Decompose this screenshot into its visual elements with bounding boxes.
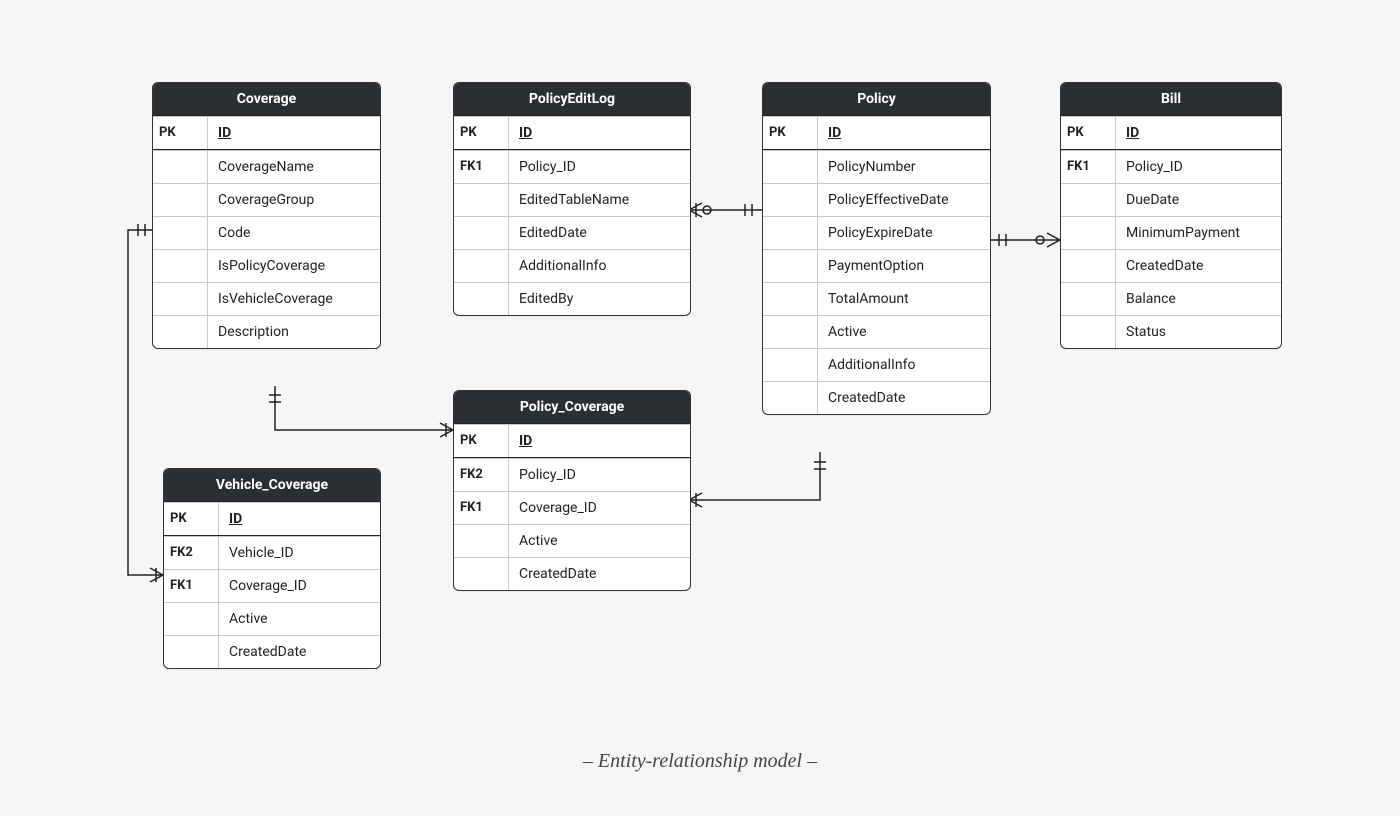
entity-title: Policy (763, 83, 990, 116)
field-row: PolicyNumber (763, 150, 990, 183)
field-row: FK2Policy_ID (454, 458, 690, 491)
pk-row: PK ID (454, 116, 690, 149)
field-row: DueDate (1061, 183, 1281, 216)
pk-row: PK ID (153, 116, 380, 149)
field-row: FK1Policy_ID (1061, 150, 1281, 183)
entity-vehiclecoverage: Vehicle_Coverage PK ID FK2Vehicle_ID FK1… (163, 468, 381, 669)
field-row: PolicyExpireDate (763, 216, 990, 249)
pk-field: ID (208, 117, 380, 149)
field-row: Balance (1061, 282, 1281, 315)
field-row: PolicyEffectiveDate (763, 183, 990, 216)
field-row: Active (454, 524, 690, 557)
rel-policy-policycoverage (689, 452, 820, 500)
entity-policyeditlog: PolicyEditLog PK ID FK1Policy_ID EditedT… (453, 82, 691, 316)
field-row: Active (763, 315, 990, 348)
pk-row: PK ID (1061, 116, 1281, 149)
pk-row: PK ID (763, 116, 990, 149)
entity-title: Policy_Coverage (454, 391, 690, 424)
field-row: CoverageGroup (153, 183, 380, 216)
field-row: CreatedDate (454, 557, 690, 590)
entity-policycoverage: Policy_Coverage PK ID FK2Policy_ID FK1Co… (453, 390, 691, 591)
entity-title: Coverage (153, 83, 380, 116)
field-row: CoverageName (153, 150, 380, 183)
field-row: EditedTableName (454, 183, 690, 216)
field-row: FK1Policy_ID (454, 150, 690, 183)
entity-title: PolicyEditLog (454, 83, 690, 116)
rel-coverage-policycoverage (275, 386, 453, 430)
entity-policy: Policy PK ID PolicyNumber PolicyEffectiv… (762, 82, 991, 415)
field-row: MinimumPayment (1061, 216, 1281, 249)
field-row: AdditionalInfo (763, 348, 990, 381)
field-row: IsPolicyCoverage (153, 249, 380, 282)
diagram-caption: – Entity-relationship model – (0, 750, 1400, 773)
field-row: TotalAmount (763, 282, 990, 315)
field-row: AdditionalInfo (454, 249, 690, 282)
field-row: FK2Vehicle_ID (164, 536, 380, 569)
entity-coverage: Coverage PK ID CoverageName CoverageGrou… (152, 82, 381, 349)
field-row: PaymentOption (763, 249, 990, 282)
field-row: FK1Coverage_ID (164, 569, 380, 602)
field-row: FK1Coverage_ID (454, 491, 690, 524)
field-row: EditedDate (454, 216, 690, 249)
field-row: CreatedDate (1061, 249, 1281, 282)
pk-row: PK ID (454, 424, 690, 457)
field-row: EditedBy (454, 282, 690, 315)
entity-title: Bill (1061, 83, 1281, 116)
field-row: Active (164, 602, 380, 635)
entity-bill: Bill PK ID FK1Policy_ID DueDate MinimumP… (1060, 82, 1282, 349)
field-row: Status (1061, 315, 1281, 348)
pk-row: PK ID (164, 502, 380, 535)
field-row: CreatedDate (164, 635, 380, 668)
field-row: Description (153, 315, 380, 348)
field-row: IsVehicleCoverage (153, 282, 380, 315)
er-diagram-canvas: Coverage PK ID CoverageName CoverageGrou… (0, 0, 1400, 816)
entity-title: Vehicle_Coverage (164, 469, 380, 502)
field-row: CreatedDate (763, 381, 990, 414)
field-row: Code (153, 216, 380, 249)
key-label: PK (153, 117, 208, 149)
